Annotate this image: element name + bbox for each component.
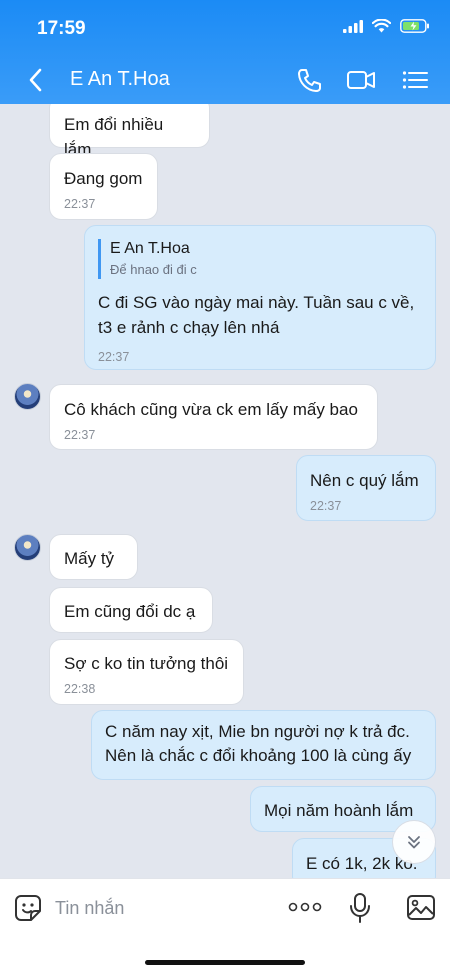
input-bar: Tin nhắn [0,878,450,973]
video-icon[interactable] [346,66,376,94]
message-bubble[interactable]: C năm nay xịt, Mie bn người nợ k trả đc.… [91,710,436,780]
scroll-down-icon [408,836,420,849]
message-text: Cô khách cũng vừa ck em lấy mấy bao [64,400,358,419]
status-time: 17:59 [37,18,86,39]
message-time: 22:37 [64,427,96,442]
battery-icon [400,19,429,33]
message-text: Đang gom [64,169,143,188]
chat-header: 17:59 E An T.Hoa [0,0,450,104]
reply-quote[interactable]: E An T.Hoa Để hnao đi đi c [98,239,422,280]
wifi-icon [372,19,391,33]
menu-icon[interactable] [400,66,430,94]
message-bubble[interactable]: Nên c quý lắm 22:37 [296,455,436,521]
message-bubble[interactable]: Em đổi nhiều lắm [49,104,210,159]
message-time: 22:38 [64,681,96,696]
quote-sender: E An T.Hoa [110,240,190,257]
message-bubble[interactable]: Đang gom 22:37 [49,153,158,220]
back-icon[interactable] [26,66,46,94]
message-text: Sợ c ko tin tưởng thôi [64,654,229,673]
message-time: 22:37 [98,349,130,364]
phone-icon[interactable] [294,66,324,94]
message-time: 22:37 [64,196,96,211]
message-time: 22:37 [310,498,342,513]
message-bubble[interactable]: Sợ c ko tin tưởng thôi 22:38 [49,639,244,705]
quote-text: Để hnao đi đi c [110,261,197,277]
message-input[interactable]: Tin nhắn [55,898,124,919]
avatar[interactable] [14,534,41,561]
avatar[interactable] [14,383,41,410]
sticker-icon[interactable] [14,894,42,922]
message-text: Em cũng đổi dc ạ [64,602,196,621]
scroll-down-button[interactable] [392,820,436,864]
image-icon[interactable] [406,894,436,921]
home-indicator [145,960,305,965]
message-bubble[interactable]: Mấy tỷ [49,534,138,580]
signal-icon [343,19,363,33]
message-bubble[interactable]: Cô khách cũng vừa ck em lấy mấy bao 22:3… [49,384,378,450]
mic-icon[interactable] [349,892,371,924]
status-icons [343,19,430,33]
message-text: Mấy tỷ [64,549,115,568]
message-text: C đi SG vào ngày mai này. Tuần sau c về,… [98,293,415,337]
message-text: Mọi năm hoành lắm [264,801,414,820]
message-text: Nên c quý lắm [310,471,419,490]
message-bubble[interactable]: E An T.Hoa Để hnao đi đi c C đi SG vào n… [84,225,436,370]
message-bubble[interactable]: Em cũng đổi dc ạ [49,587,213,633]
more-icon[interactable] [288,902,322,912]
message-list[interactable]: Em đổi nhiều lắm Đang gom 22:37 E An T.H… [0,104,450,878]
chat-title[interactable]: E An T.Hoa [70,68,170,91]
message-text: C năm nay xịt, Mie bn người nợ k trả đc.… [105,722,412,765]
